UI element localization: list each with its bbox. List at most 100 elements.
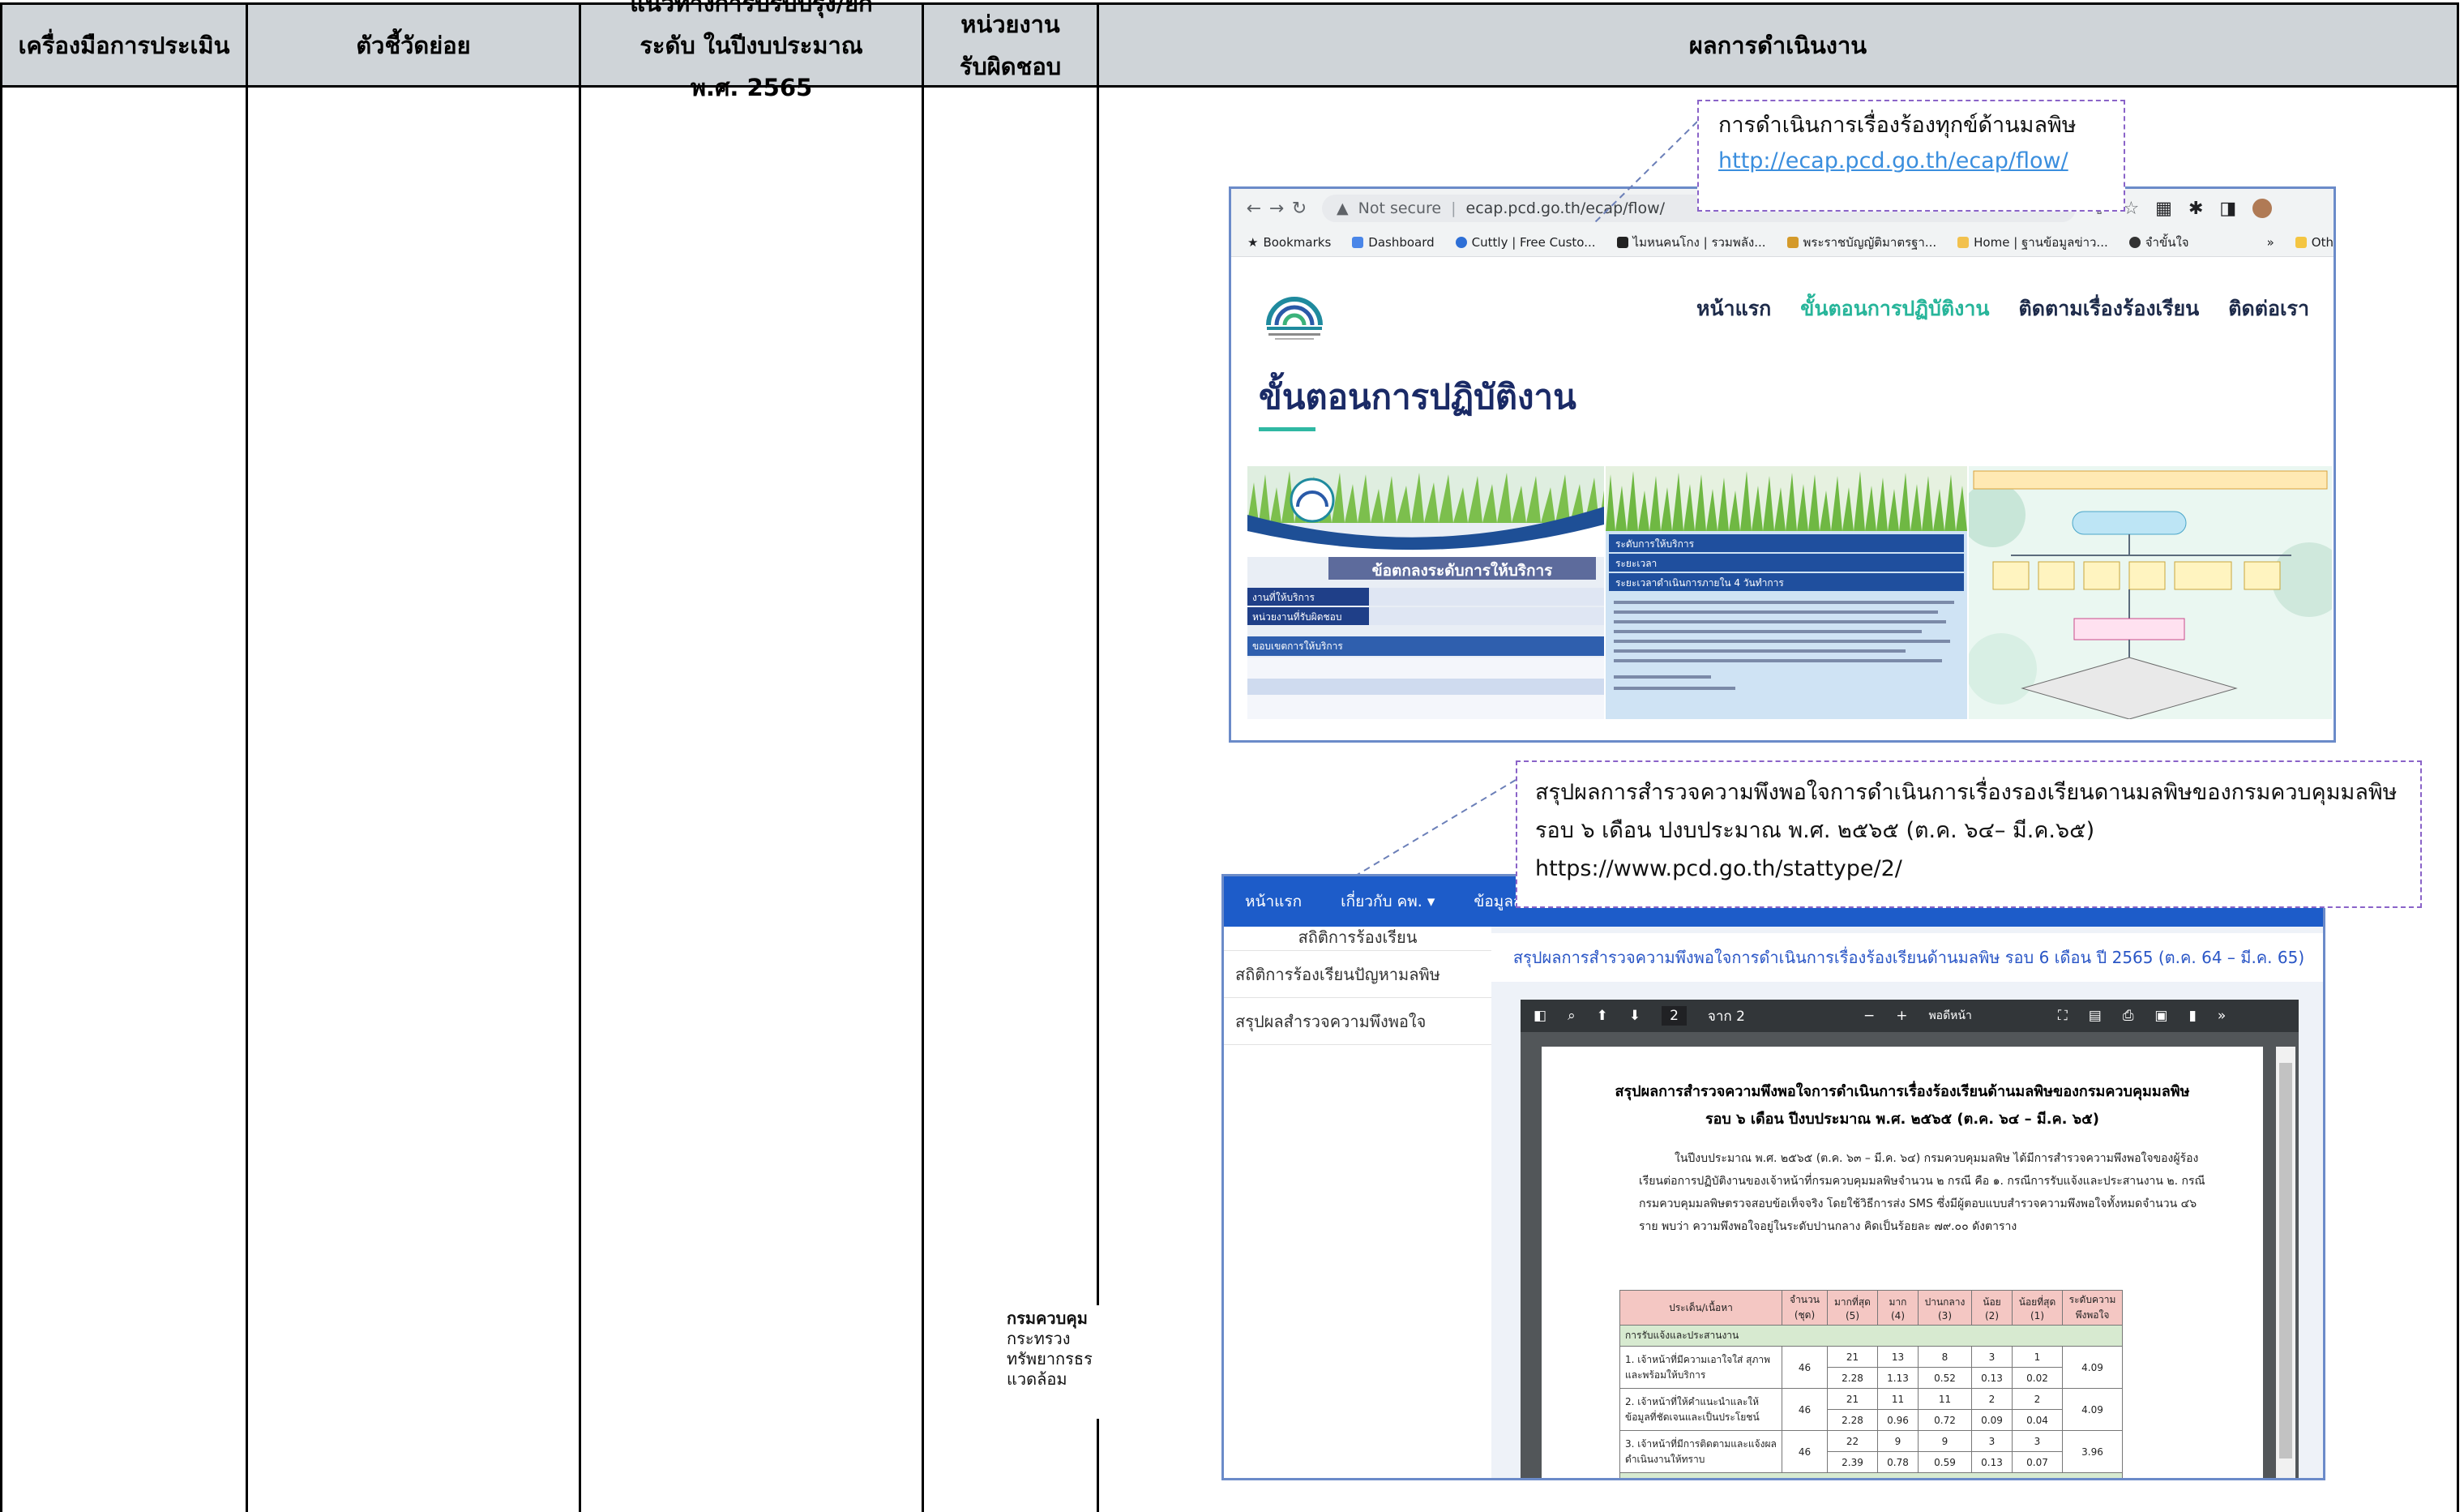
star-icon[interactable]: ☆ xyxy=(2123,199,2139,219)
next-page-icon[interactable]: ⬇ xyxy=(1629,1008,1641,1024)
pdf-scrollbar[interactable] xyxy=(2276,1047,2295,1478)
flow-panels: ข้อตกลงระดับการให้บริการ งานที่ให้บริการ… xyxy=(1247,466,2334,734)
table-cell: 3.96 xyxy=(2062,1430,2123,1473)
page-number-input[interactable]: 2 xyxy=(1662,1006,1687,1026)
back-icon[interactable]: ← xyxy=(1243,199,1265,219)
bookmarks-overflow[interactable]: » xyxy=(2267,235,2274,250)
flowchart-diagram xyxy=(1969,466,2332,719)
table-border xyxy=(0,2,2,1512)
table-cell: 13 xyxy=(1877,1346,1919,1368)
nav-about[interactable]: เกี่ยวกับ คพ. ▾ xyxy=(1341,889,1435,914)
content-title: สรุปผลการสำรวจความพึงพอใจการดำเนินการเรื… xyxy=(1491,933,2323,982)
table-border xyxy=(246,2,248,1512)
nav-home[interactable]: หน้าแรก xyxy=(1245,889,1302,914)
bookmark-item[interactable]: ★ Bookmarks xyxy=(1247,235,1331,250)
table-section-row: การตรวจสอบ xyxy=(1619,1472,2123,1478)
panel-row-label: ระดับการให้บริการ xyxy=(1615,538,1695,550)
folder-icon xyxy=(2295,236,2307,248)
table-border xyxy=(1097,2,1099,1512)
callout-link[interactable]: https://www.pcd.go.th/stattype/2/ xyxy=(1535,850,2402,888)
sidepanel-icon[interactable]: ◨ xyxy=(2219,199,2236,219)
sidebar-heading: สถิติการร้องเรียน xyxy=(1224,927,1491,951)
bookmark-icon[interactable]: ▮ xyxy=(2188,1008,2196,1024)
table-cell: 0.78 xyxy=(1877,1451,1919,1473)
table-cell: 46 xyxy=(1782,1388,1828,1431)
url-text: ecap.pcd.go.th/ecap/flow/ xyxy=(1465,199,1666,217)
search-icon[interactable]: ⌕ xyxy=(1568,1008,1576,1024)
avatar[interactable] xyxy=(2252,198,2273,218)
service-agreement-panel[interactable]: ข้อตกลงระดับการให้บริการ งานที่ให้บริการ… xyxy=(1247,466,1604,719)
table-cell: 1. เจ้าหน้าที่มีความเอาใจใส่ สุภาพ และพร… xyxy=(1619,1346,1782,1389)
callout-text: การดำเนินการเรื่องร้องทุกข์ด้านมลพิษ xyxy=(1718,113,2077,138)
stats-sidebar: สถิติการร้องเรียน สถิติการร้องเรียนปัญหา… xyxy=(1224,927,1491,1478)
callout-link[interactable]: http://ecap.pcd.go.th/ecap/flow/ xyxy=(1718,140,2104,182)
table-cell: 11 xyxy=(1877,1388,1919,1410)
bookmark-item[interactable]: พระราชบัญญัติมาตรฐา... xyxy=(1786,233,1936,252)
satisfaction-table: ประเด็น/เนื้อหา จำนวน (ชุด) มากที่สุด (5… xyxy=(1619,1290,2123,1478)
open-icon[interactable]: ▤ xyxy=(2089,1008,2102,1024)
service-level-panel[interactable]: ระดับการให้บริการ ระยะเวลา ระยะเวลาดำเนิ… xyxy=(1606,466,1967,719)
table-cell: 2.39 xyxy=(1827,1451,1878,1473)
divider: | xyxy=(1451,199,1457,217)
save-icon[interactable]: ▣ xyxy=(2154,1008,2167,1024)
table-row: 1. เจ้าหน้าที่มีความเอาใจใส่ สุภาพ และพร… xyxy=(1619,1346,2123,1389)
pdf-toolbar: ◧ ⌕ ⬆ ⬇ 2 จาก 2 − + พอดีหน้า ⛶ ▤ ⎙ ▣ ▮ » xyxy=(1521,1000,2299,1032)
callout-text: รอบ ๖ เดือน ปงบประมาณ พ.ศ. ๒๕๖๕ (ต.ค. ๖๔… xyxy=(1535,818,2095,843)
table-cell: 0.72 xyxy=(1918,1409,1972,1431)
dashboard-icon xyxy=(1352,236,1364,248)
bookmark-item[interactable]: Cuttly | Free Custo... xyxy=(1455,235,1596,250)
puzzle-icon[interactable]: ✱ xyxy=(2188,199,2203,219)
site-icon xyxy=(1616,236,1628,248)
pcd-logo xyxy=(1266,297,1323,340)
forward-icon[interactable]: → xyxy=(1265,199,1288,219)
table-cell: 9 xyxy=(1918,1430,1972,1452)
page-count: จาก 2 xyxy=(1707,1008,1745,1025)
overlay-line: กรมควบคุม xyxy=(1007,1309,1088,1328)
sidebar-item-satisfaction-summary[interactable]: สรุปผลสำรวจความพึงพอใจ xyxy=(1224,998,1491,1045)
zoom-in-icon[interactable]: + xyxy=(1896,1008,1907,1024)
table-border xyxy=(579,2,581,1512)
cuttly-icon xyxy=(1455,236,1467,248)
table-section-row: การรับแจ้งและประสานงาน xyxy=(1619,1325,2123,1347)
extension-icon[interactable]: ▦ xyxy=(2155,199,2172,219)
zoom-out-icon[interactable]: − xyxy=(1863,1008,1875,1024)
menu-workflow[interactable]: ขั้นตอนการปฏิบัติงาน xyxy=(1800,293,1989,325)
table-header-row: ประเด็น/เนื้อหา จำนวน (ชุด) มากที่สุด (5… xyxy=(1619,1290,2123,1326)
flowchart-panel[interactable] xyxy=(1969,466,2332,719)
overlay-line: แวดล้อม xyxy=(1007,1369,1067,1389)
fullscreen-icon[interactable]: ⛶ xyxy=(2058,1008,2068,1024)
print-icon[interactable]: ⎙ xyxy=(2123,1008,2134,1024)
scrollbar-thumb[interactable] xyxy=(2279,1063,2292,1458)
bookmark-item[interactable]: ไมหนคนโกง | รวมพลัง... xyxy=(1616,233,1766,252)
more-icon[interactable]: » xyxy=(2218,1008,2226,1024)
table-cell: 0.02 xyxy=(2012,1367,2063,1389)
site-icon xyxy=(1786,236,1799,248)
pcd-stattype-screenshot: หน้าแรก เกี่ยวกับ คพ. ▾ ข้อมูลสะ สถิติกา… xyxy=(1221,874,2325,1480)
menu-contact[interactable]: ติดต่อเรา xyxy=(2228,293,2309,325)
panel-row-label: งานที่ให้บริการ xyxy=(1252,592,1315,603)
callout-ecap: การดำเนินการเรื่องร้องทุกข์ด้านมลพิษ htt… xyxy=(1697,100,2125,212)
table-section-label: การรับแจ้งและประสานงาน xyxy=(1619,1325,2123,1347)
bookmark-item[interactable]: Home | ฐานข้อมูลข่าว... xyxy=(1957,233,2108,252)
prev-page-icon[interactable]: ⬆ xyxy=(1597,1008,1608,1024)
site-icon xyxy=(1957,236,1970,248)
panel-row-label: หน่วยงานที่รับผิดชอบ xyxy=(1252,611,1342,623)
reload-icon[interactable]: ↻ xyxy=(1288,199,1311,219)
zoom-select[interactable]: พอดีหน้า xyxy=(1928,1007,1971,1025)
menu-home[interactable]: หน้าแรก xyxy=(1696,293,1771,325)
bookmark-item[interactable]: Other bookma xyxy=(2295,235,2334,250)
table-cell: 0.13 xyxy=(1971,1451,2013,1473)
callout-satisfaction-survey: สรุปผลการสำรวจความพึงพอใจการดำเนินการเรื… xyxy=(1516,760,2422,908)
table-cell: 4.09 xyxy=(2062,1346,2123,1389)
table-row: 3. เจ้าหน้าที่มีการติดตามและแจ้งผลดำเนิน… xyxy=(1619,1430,2123,1473)
menu-track-complaint[interactable]: ติดตามเรื่องร้องเรียน xyxy=(2018,293,2199,325)
sidebar-toggle-icon[interactable]: ◧ xyxy=(1534,1008,1546,1024)
table-header: น้อยที่สุด (1) xyxy=(2012,1290,2063,1326)
panel-row-label: ระยะเวลาดำเนินการภายใน 4 วันทำการ xyxy=(1615,577,1784,589)
table-cell: 1.13 xyxy=(1877,1367,1919,1389)
bookmark-item[interactable]: Dashboard xyxy=(1352,235,1435,250)
bookmark-item[interactable]: จำขั้นใจ xyxy=(2128,233,2189,252)
warning-icon: ▲ xyxy=(1337,199,1349,217)
sidebar-item-complaint-stats[interactable]: สถิติการร้องเรียนปัญหามลพิษ xyxy=(1224,951,1491,998)
header-col-assessment-tool: เครื่องมือการประเมิน xyxy=(2,2,246,88)
